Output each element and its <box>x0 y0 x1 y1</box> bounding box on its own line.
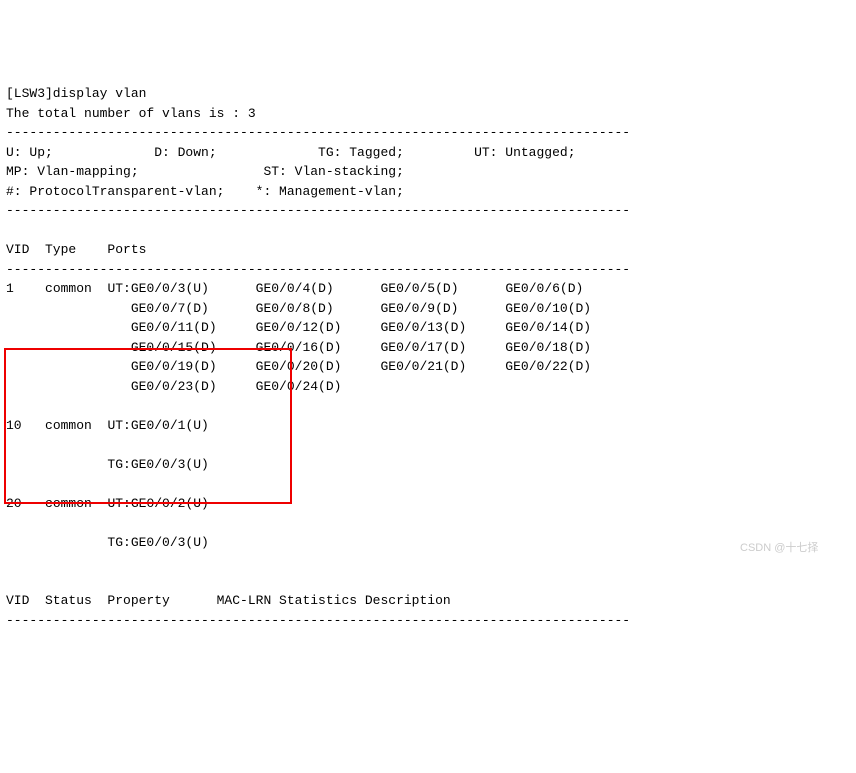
vlan1-ports-row4: GE0/0/15(D) GE0/0/16(D) GE0/0/17(D) GE0/… <box>107 340 591 355</box>
legend-row-1: U: Up; D: Down; TG: Tagged; UT: Untagged… <box>6 145 576 160</box>
watermark: CSDN @十七择 <box>740 540 818 557</box>
vlan1-ports-row3: GE0/0/11(D) GE0/0/12(D) GE0/0/13(D) GE0/… <box>107 320 591 335</box>
vlan1-vid: 1 <box>6 281 14 296</box>
columns-header: VID Type Ports <box>6 242 146 257</box>
vlan10-ut: UT:GE0/0/1(U) <box>107 418 208 433</box>
cli-prompt: [LSW3]display vlan <box>6 86 146 101</box>
vlan1-ports-row6: GE0/0/23(D) GE0/0/24(D) <box>107 379 341 394</box>
divider: ----------------------------------------… <box>6 203 630 218</box>
vlan1-type: common <box>45 281 92 296</box>
divider: ----------------------------------------… <box>6 125 630 140</box>
footer-columns: VID Status Property MAC-LRN Statistics D… <box>6 593 451 608</box>
vlan20-ut: UT:GE0/0/2(U) <box>107 496 208 511</box>
divider: ----------------------------------------… <box>6 613 630 628</box>
divider: ----------------------------------------… <box>6 262 630 277</box>
vlan20-vid: 20 <box>6 496 22 511</box>
vlan10-type: common <box>45 418 92 433</box>
legend-row-3: #: ProtocolTransparent-vlan; *: Manageme… <box>6 184 404 199</box>
legend-row-2: MP: Vlan-mapping; ST: Vlan-stacking; <box>6 164 404 179</box>
vlan1-ports-row5: GE0/0/19(D) GE0/0/20(D) GE0/0/21(D) GE0/… <box>107 359 591 374</box>
vlan20-tg: TG:GE0/0/3(U) <box>107 535 208 550</box>
vlan1-ports-row2: GE0/0/7(D) GE0/0/8(D) GE0/0/9(D) GE0/0/1… <box>107 301 591 316</box>
vlan10-vid: 10 <box>6 418 22 433</box>
total-vlans-line: The total number of vlans is : 3 <box>6 106 256 121</box>
vlan1-ports-row1: UT:GE0/0/3(U) GE0/0/4(D) GE0/0/5(D) GE0/… <box>107 281 583 296</box>
vlan10-tg: TG:GE0/0/3(U) <box>107 457 208 472</box>
vlan20-type: common <box>45 496 92 511</box>
